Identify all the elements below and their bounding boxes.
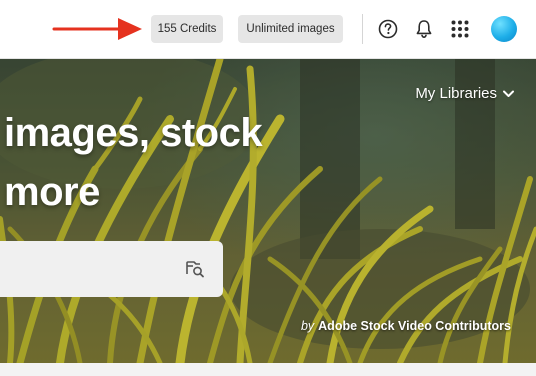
chevron-down-icon xyxy=(503,90,514,97)
help-icon[interactable] xyxy=(378,19,398,39)
credits-button[interactable]: 155 Credits xyxy=(151,15,223,43)
header-divider xyxy=(362,14,363,44)
bell-icon[interactable] xyxy=(415,19,433,39)
credit-contributor-link[interactable]: Adobe Stock Video Contributors xyxy=(318,319,511,333)
hero-headline-line2: more xyxy=(4,170,100,214)
visual-search-icon[interactable] xyxy=(185,260,205,278)
content-area-edge xyxy=(0,363,536,376)
app-switcher-icon[interactable] xyxy=(451,20,469,38)
annotation-arrow-icon xyxy=(52,18,142,40)
image-credit: by Adobe Stock Video Contributors xyxy=(301,319,511,333)
unlimited-images-button[interactable]: Unlimited images xyxy=(238,15,343,43)
hero-banner: My Libraries images, stock more by Adobe … xyxy=(0,59,536,363)
search-input[interactable] xyxy=(0,241,223,297)
top-navigation-bar: 155 Credits Unlimited images xyxy=(0,0,536,59)
user-avatar[interactable] xyxy=(491,16,517,42)
my-libraries-label: My Libraries xyxy=(415,85,497,102)
my-libraries-dropdown[interactable]: My Libraries xyxy=(415,85,514,102)
credit-by-label: by xyxy=(300,319,315,333)
hero-headline-line1: images, stock xyxy=(4,111,263,155)
